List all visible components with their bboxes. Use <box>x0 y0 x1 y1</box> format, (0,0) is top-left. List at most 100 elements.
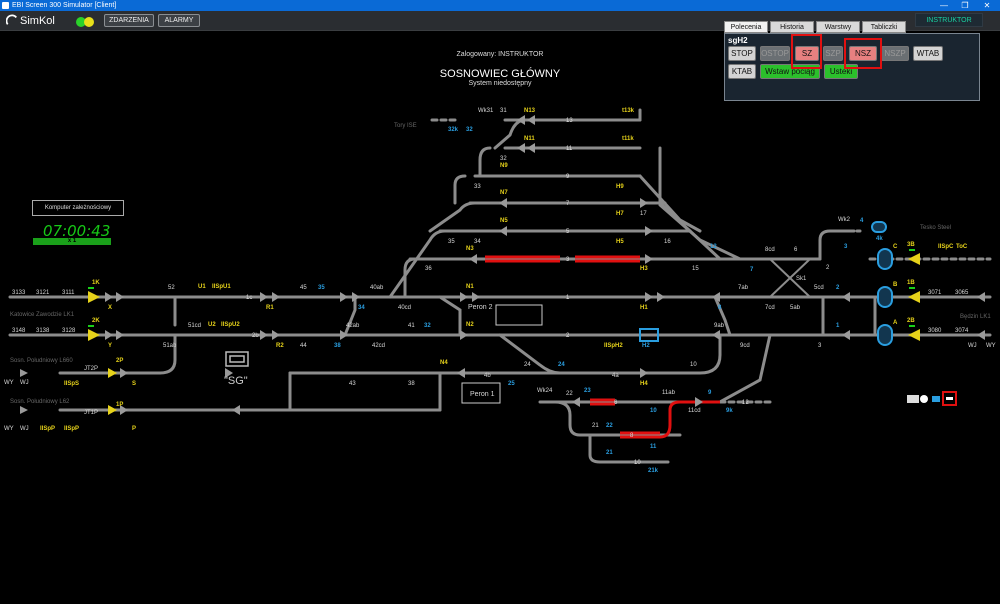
svg-text:2: 2 <box>836 285 840 291</box>
svg-text:45: 45 <box>300 285 307 291</box>
signal-3b-icon[interactable] <box>908 253 920 265</box>
svg-text:32: 32 <box>500 156 507 162</box>
svg-text:2K: 2K <box>92 318 100 324</box>
svg-text:21k: 21k <box>648 468 659 474</box>
svg-text:C: C <box>893 244 898 250</box>
svg-text:1P: 1P <box>116 402 123 408</box>
svg-text:13: 13 <box>566 118 573 124</box>
svg-text:40ab: 40ab <box>370 285 384 291</box>
legend-icons[interactable] <box>907 391 957 406</box>
svg-text:44: 44 <box>300 343 307 349</box>
svg-text:21: 21 <box>592 423 599 429</box>
svg-text:9ab: 9ab <box>714 323 725 329</box>
svg-text:X: X <box>108 305 112 311</box>
route-track-8 <box>620 400 720 439</box>
svg-text:21: 21 <box>606 450 613 456</box>
svg-text:IISpH2: IISpH2 <box>604 343 623 349</box>
svg-text:11ab: 11ab <box>662 390 676 396</box>
svg-text:IISpU1: IISpU1 <box>212 284 231 290</box>
signal-4k-icon[interactable] <box>871 221 887 233</box>
svg-text:3138: 3138 <box>36 328 50 334</box>
svg-text:N13: N13 <box>524 108 536 114</box>
svg-text:Wk31: Wk31 <box>478 108 494 114</box>
svg-text:3065: 3065 <box>955 290 969 296</box>
svg-text:N4: N4 <box>440 360 448 366</box>
svg-text:S: S <box>132 381 136 387</box>
svg-text:WY: WY <box>4 380 14 386</box>
svg-text:JT1P: JT1P <box>84 410 98 416</box>
svg-text:H7: H7 <box>616 211 624 217</box>
svg-text:WY: WY <box>986 343 996 349</box>
signal-a-icon[interactable] <box>877 324 893 346</box>
svg-text:2P: 2P <box>116 358 123 364</box>
svg-text:51cd: 51cd <box>188 323 201 329</box>
svg-text:WJ: WJ <box>20 426 29 432</box>
svg-text:9k: 9k <box>726 408 733 414</box>
svg-text:3B: 3B <box>907 242 915 248</box>
svg-text:A: A <box>893 320 898 326</box>
svg-text:41: 41 <box>408 323 415 329</box>
svg-text:P: P <box>132 426 136 432</box>
svg-text:N7: N7 <box>500 190 508 196</box>
svg-text:WJ: WJ <box>20 380 29 386</box>
label-l660: Sosn. Południowy L660 <box>10 358 73 364</box>
signal-2b-icon[interactable] <box>908 329 920 341</box>
svg-text:N3: N3 <box>466 246 474 252</box>
svg-text:31: 31 <box>500 108 507 114</box>
svg-text:12: 12 <box>742 400 749 406</box>
svg-text:9cd: 9cd <box>740 343 750 349</box>
svg-text:32: 32 <box>466 127 473 133</box>
svg-text:JT2P: JT2P <box>84 366 98 372</box>
svg-text:3133: 3133 <box>12 290 26 296</box>
svg-text:IISpP: IISpP <box>64 426 79 432</box>
svg-text:23: 23 <box>584 388 591 394</box>
svg-text:34: 34 <box>358 305 365 311</box>
signal-b-icon[interactable] <box>877 286 893 308</box>
svg-text:42ab: 42ab <box>346 323 360 329</box>
svg-text:33: 33 <box>474 184 481 190</box>
svg-text:3111: 3111 <box>62 290 75 296</box>
svg-text:11: 11 <box>566 146 573 152</box>
svg-text:43: 43 <box>349 381 356 387</box>
svg-text:51ab: 51ab <box>163 343 177 349</box>
svg-text:4a: 4a <box>612 373 619 379</box>
svg-text:ToC: ToC <box>956 244 968 250</box>
svg-text:4: 4 <box>860 218 864 224</box>
svg-text:5cd: 5cd <box>814 285 824 291</box>
signal-c-icon[interactable] <box>877 248 893 270</box>
svg-text:7ab: 7ab <box>738 285 749 291</box>
svg-text:15: 15 <box>692 266 699 272</box>
sg-building-icon[interactable] <box>225 351 249 367</box>
svg-text:U1: U1 <box>198 284 206 290</box>
svg-text:U2: U2 <box>208 322 216 328</box>
svg-text:11cd: 11cd <box>688 408 701 414</box>
svg-text:17: 17 <box>640 211 647 217</box>
signal-1b-icon[interactable] <box>908 291 920 303</box>
svg-text:H5: H5 <box>616 239 624 245</box>
svg-text:2: 2 <box>826 265 830 271</box>
svg-text:40cd: 40cd <box>398 305 411 311</box>
svg-text:H1: H1 <box>640 305 648 311</box>
svg-text:25: 25 <box>508 381 515 387</box>
svg-text:7cd: 7cd <box>765 305 775 311</box>
svg-text:35: 35 <box>448 239 455 245</box>
svg-text:N2: N2 <box>466 322 474 328</box>
svg-text:1K: 1K <box>92 280 100 286</box>
signal-2k-icon[interactable] <box>88 329 100 341</box>
svg-text:4b: 4b <box>484 373 491 379</box>
label-katowice: Katowice Zawodzie LK1 <box>10 312 75 318</box>
label-tory-ise: Tory ISE <box>394 123 417 129</box>
signal-1k-icon[interactable] <box>88 291 100 303</box>
svg-text:R2: R2 <box>276 343 284 349</box>
svg-text:H4: H4 <box>640 381 648 387</box>
label-bedzin: Będzin LK1 <box>960 314 991 320</box>
svg-text:B: B <box>893 282 898 288</box>
svg-text:Y: Y <box>108 343 112 349</box>
svg-text:22: 22 <box>566 391 573 397</box>
svg-text:H2: H2 <box>642 343 650 349</box>
svg-text:42cd: 42cd <box>372 343 385 349</box>
svg-text:38: 38 <box>334 343 341 349</box>
svg-text:1B: 1B <box>907 280 915 286</box>
svg-text:24: 24 <box>524 362 531 368</box>
svg-text:12: 12 <box>710 244 717 250</box>
